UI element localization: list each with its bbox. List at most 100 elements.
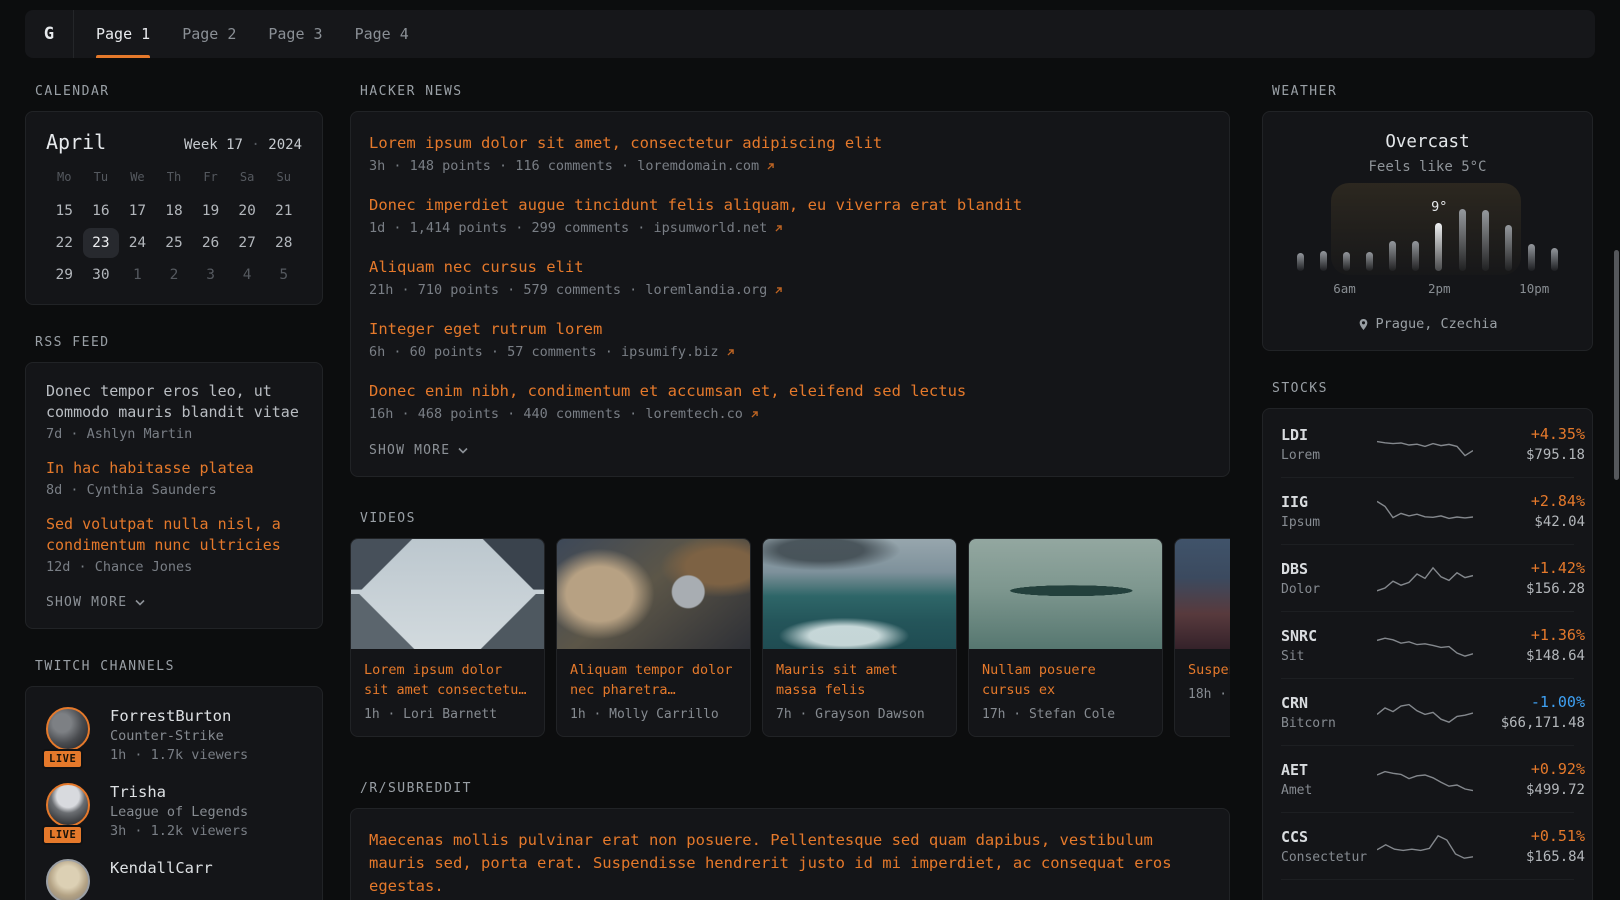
video-card[interactable]: Suspendisse diam18h · Tara: [1174, 538, 1230, 737]
external-link-icon: [765, 161, 776, 172]
tab-page-1[interactable]: Page 1: [96, 10, 150, 58]
stock-price: $148.64: [1473, 648, 1585, 664]
stocks-widget: STOCKS LDILorem+4.35%$795.18IIGIpsum+2.8…: [1262, 381, 1593, 900]
video-card-body: Mauris sit amet massa felis7h · Grayson …: [763, 649, 956, 736]
channel-name: Trisha: [110, 783, 248, 801]
hacker-news-item-title[interactable]: Aliquam nec cursus elit: [369, 257, 1211, 278]
tab-page-4[interactable]: Page 4: [355, 10, 409, 58]
video-card[interactable]: Aliquam tempor dolor nec pharetra…1h · M…: [556, 538, 751, 737]
video-card[interactable]: Nullam posuere cursus ex17h · Stefan Col…: [968, 538, 1163, 737]
channel-game: Counter-Strike: [110, 728, 248, 744]
stock-row[interactable]: AETAmet+0.92%$499.72: [1281, 745, 1574, 812]
tab-page-2[interactable]: Page 2: [182, 10, 236, 58]
hacker-news-item-title[interactable]: Integer eget rutrum lorem: [369, 319, 1211, 340]
stock-row[interactable]: IIGIpsum+2.84%$42.04: [1281, 477, 1574, 544]
rss-item-title[interactable]: Donec tempor eros leo, ut commodo mauris…: [46, 381, 302, 423]
tab-page-3[interactable]: Page 3: [268, 10, 322, 58]
video-card-row: Lorem ipsum dolor sit amet consectetu… 1h…: [350, 538, 1230, 737]
video-meta: 7h · Grayson Dawson: [776, 707, 943, 722]
calendar-day: 15: [46, 196, 83, 226]
stock-id: CRNBitcorn: [1281, 694, 1377, 731]
stock-price: $42.04: [1473, 514, 1585, 530]
video-thumbnail: [351, 539, 544, 649]
video-card[interactable]: Lorem ipsum dolor sit amet consectetu… 1h…: [350, 538, 545, 737]
rss-item-title[interactable]: In hac habitasse platea: [46, 458, 302, 479]
hacker-news-item-meta-text: 21h · 710 points · 579 comments · loreml…: [369, 282, 767, 298]
calendar-day: 27: [229, 228, 266, 258]
weather-peak-temp: 9°: [1431, 199, 1447, 215]
calendar-day-selected: 23: [83, 228, 120, 258]
weather-card: Overcast Feels like 5°C 9° 6am2pm10pm Pr…: [1262, 111, 1593, 351]
stock-sparkline: [1377, 894, 1473, 900]
stock-change: +4.35%: [1473, 425, 1585, 443]
stock-symbol: SNRC: [1281, 627, 1377, 645]
calendar-day: 22: [46, 228, 83, 258]
hacker-news-item: Aliquam nec cursus elit 21h · 710 points …: [369, 257, 1211, 298]
videos-section-title: VIDEOS: [360, 511, 1230, 526]
twitch-channel-row[interactable]: KendallCarr: [46, 859, 302, 900]
weather-section-title: WEATHER: [1272, 84, 1593, 99]
subreddit-post-title[interactable]: Maecenas mollis pulvinar erat non posuer…: [369, 829, 1211, 898]
rss-item-title[interactable]: Sed volutpat nulla nisl, a condimentum n…: [46, 514, 302, 556]
left-column: CALENDAR April Week 17 · 2024 MoTuWeThFr…: [25, 84, 323, 900]
calendar-day-name: Fr: [192, 170, 229, 194]
hacker-news-item: Donec enim nibh, condimentum et accumsan…: [369, 381, 1211, 422]
rss-section-title: RSS FEED: [35, 335, 323, 350]
twitch-channel-row[interactable]: LIVETrishaLeague of Legends3h · 1.2k vie…: [46, 783, 302, 839]
avatar-wrap: LIVE: [46, 783, 94, 839]
weather-bar: [1459, 209, 1466, 271]
dashboard-columns: CALENDAR April Week 17 · 2024 MoTuWeThFr…: [0, 84, 1620, 900]
video-title: Lorem ipsum dolor sit amet consectetu…: [364, 660, 531, 700]
rss-widget: RSS FEED Donec tempor eros leo, ut commo…: [25, 335, 323, 629]
calendar-day: 4: [229, 260, 266, 290]
hacker-news-show-more-button[interactable]: SHOW MORE: [369, 443, 1211, 458]
show-more-label: SHOW MORE: [369, 443, 450, 458]
stock-sparkline: [1377, 628, 1473, 662]
stock-name: Ipsum: [1281, 515, 1377, 530]
calendar-day: 17: [119, 196, 156, 226]
hacker-news-item-meta: 3h · 148 points · 116 comments · loremdo…: [369, 158, 1211, 174]
stock-row[interactable]: AHS+0.46%: [1281, 879, 1574, 900]
hacker-news-item-meta: 16h · 468 points · 440 comments · loremt…: [369, 406, 1211, 422]
stock-name: Amet: [1281, 783, 1377, 798]
hacker-news-item-title[interactable]: Lorem ipsum dolor sit amet, consectetur …: [369, 133, 1211, 154]
stock-row[interactable]: DBSDolor+1.42%$156.28: [1281, 544, 1574, 611]
stock-row[interactable]: CRNBitcorn-1.00%$66,171.48: [1281, 678, 1574, 745]
scrollbar[interactable]: [1614, 250, 1619, 480]
calendar-day-name: Th: [156, 170, 193, 194]
channel-name: ForrestBurton: [110, 707, 248, 725]
twitch-section-title: TWITCH CHANNELS: [35, 659, 323, 674]
hacker-news-item-title[interactable]: Donec enim nibh, condimentum et accumsan…: [369, 381, 1211, 402]
video-title: Nullam posuere cursus ex: [982, 660, 1149, 700]
stock-id: IIGIpsum: [1281, 493, 1377, 530]
stock-values: +0.51%$165.84: [1473, 827, 1585, 865]
app-logo[interactable]: G: [25, 10, 73, 58]
page-tabs: Page 1 Page 2 Page 3 Page 4: [74, 10, 409, 58]
hacker-news-card: Lorem ipsum dolor sit amet, consectetur …: [350, 111, 1230, 477]
right-column: WEATHER Overcast Feels like 5°C 9° 6am2p…: [1262, 84, 1593, 900]
middle-column: HACKER NEWS Lorem ipsum dolor sit amet, …: [350, 84, 1230, 900]
stock-values: +4.35%$795.18: [1473, 425, 1585, 463]
twitch-channel-row[interactable]: LIVEForrestBurtonCounter-Strike1h · 1.7k…: [46, 707, 302, 763]
sparkline-svg: [1377, 628, 1473, 662]
calendar-month: April: [46, 130, 106, 154]
rss-item: Donec tempor eros leo, ut commodo mauris…: [46, 381, 302, 442]
stock-sparkline: [1377, 494, 1473, 528]
calendar-year: 2024: [268, 137, 302, 153]
video-card[interactable]: Mauris sit amet massa felis7h · Grayson …: [762, 538, 957, 737]
channel-viewers: 1h · 1.7k viewers: [110, 747, 248, 763]
stock-row[interactable]: LDILorem+4.35%$795.18: [1281, 411, 1574, 477]
external-link-icon: [725, 347, 736, 358]
hacker-news-item-title[interactable]: Donec imperdiet augue tincidunt felis al…: [369, 195, 1211, 216]
video-thumbnail: [1175, 539, 1230, 649]
stock-id: LDILorem: [1281, 426, 1377, 463]
hacker-news-item-meta: 21h · 710 points · 579 comments · loreml…: [369, 282, 1211, 298]
stock-row[interactable]: SNRCSit+1.36%$148.64: [1281, 611, 1574, 678]
stock-sparkline: [1377, 829, 1473, 863]
calendar-day: 30: [83, 260, 120, 290]
stock-sparkline: [1377, 427, 1473, 461]
stock-row[interactable]: CCSConsectetur+0.51%$165.84: [1281, 812, 1574, 879]
stock-sparkline: [1377, 695, 1473, 729]
rss-show-more-button[interactable]: SHOW MORE: [46, 595, 302, 610]
video-meta: 1h · Lori Barnett: [364, 707, 531, 722]
